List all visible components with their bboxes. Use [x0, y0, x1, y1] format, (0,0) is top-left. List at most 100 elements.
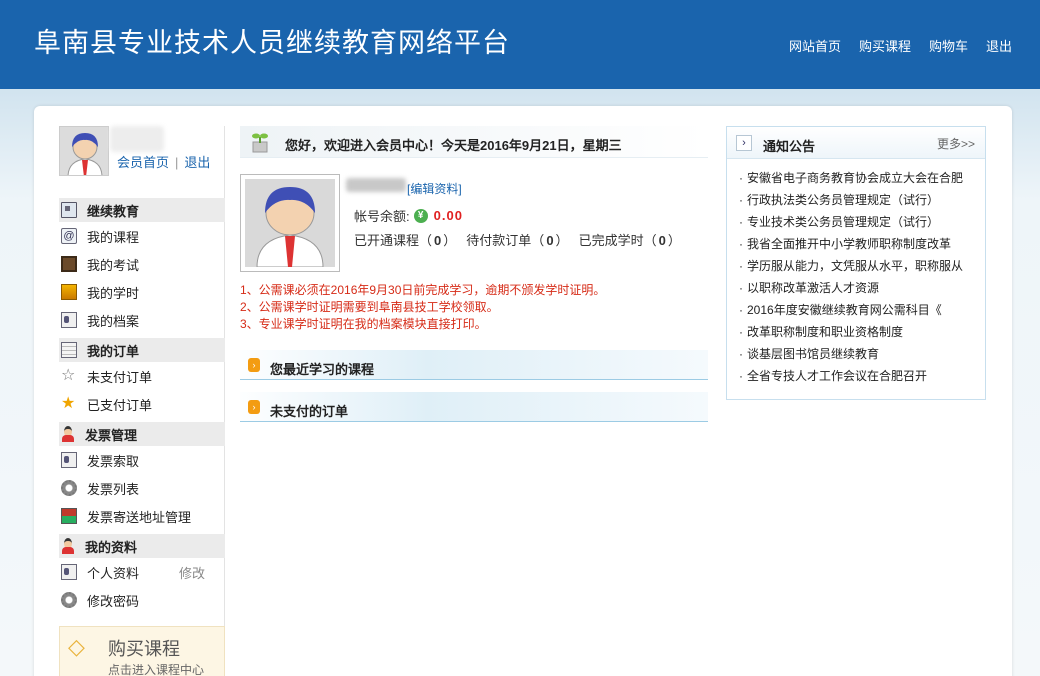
announcement-link[interactable]: 我省全面推开中小学教师职称制度改革	[739, 235, 975, 257]
calendar-icon	[61, 342, 77, 358]
default-avatar-icon	[245, 179, 335, 267]
notice-item: 2、公需课学时证明需要到阜南县技工学校领取。	[240, 300, 499, 314]
announcement-link[interactable]: 安徽省电子商务教育协会成立大会在合肥	[739, 169, 975, 191]
sidebar-item-invoice-address[interactable]: 发票寄送地址管理	[59, 502, 225, 530]
stat-courses: 已开通课程（ 0）	[354, 233, 457, 248]
welcome-message: 您好，欢迎进入会员中心！今天是2016年9月21日，星期三	[285, 138, 622, 153]
section-recent-courses: › 您最近学习的课程	[240, 350, 708, 380]
stat-label: 已开通课程	[354, 233, 420, 248]
nav-buy-courses-link[interactable]: 购买课程	[859, 36, 911, 55]
username-redacted	[110, 126, 164, 152]
announcement-link[interactable]: 全省专技人才工作会议在合肥召开	[739, 367, 975, 389]
sidebar-item-request-invoice[interactable]: 发票索取	[59, 446, 225, 474]
sidebar-item-my-records[interactable]: 我的档案	[59, 306, 225, 334]
sidebar: 会员首页 | 退出 继续教育 @ 我的课程 我的考试 我的学时 我的档案 我的订单 ☆…	[59, 126, 225, 676]
nav-logout-link[interactable]: 退出	[986, 36, 1012, 55]
username-redacted	[346, 178, 406, 192]
sidebar-user-links: 会员首页 | 退出	[117, 152, 210, 171]
profile-avatar	[240, 174, 340, 272]
nav-home-link[interactable]: 网站首页	[789, 36, 841, 55]
buy-courses-banner[interactable]: ◇ 购买课程 点击进入课程中心	[59, 626, 225, 676]
notice-item: 3、专业课学时证明在我的档案模块直接打印。	[240, 317, 487, 331]
sidebar-item-label: 修改密码	[87, 593, 140, 609]
yen-icon: ¥	[413, 208, 428, 223]
notice-item: 1、公需课必须在2016年9月30日前完成学习，逾期不颁发学时证明。	[240, 283, 606, 297]
sidebar-item-change-password[interactable]: 修改密码	[59, 586, 225, 614]
stat-completed-hours: 已完成学时（ 0）	[578, 233, 681, 248]
sidebar-item-label: 我的课程	[87, 229, 140, 245]
menu-group-title: 我的订单	[87, 343, 140, 359]
menu-group-my-profile: 我的资料	[59, 534, 225, 558]
person-icon	[61, 426, 75, 442]
sidebar-item-label: 我的考试	[87, 257, 140, 273]
diamond-icon: ◇	[68, 634, 85, 659]
sidebar-item-invoice-list[interactable]: 发票列表	[59, 474, 225, 502]
stat-value: 0	[658, 233, 666, 248]
edit-profile-link[interactable]: 修改	[179, 563, 205, 582]
more-link[interactable]: 更多>>	[937, 135, 975, 152]
card-icon	[61, 202, 77, 218]
site-title: 阜南县专业技术人员继续教育网络平台	[34, 28, 510, 59]
section-unpaid-orders: › 未支付的订单	[240, 392, 708, 422]
sprout-icon	[252, 133, 268, 153]
announcements-title: 通知公告	[763, 139, 816, 154]
buy-courses-title: 购买课程	[108, 639, 180, 659]
edit-profile-button[interactable]: [编辑资料]	[407, 180, 462, 197]
content-panel: 会员首页 | 退出 继续教育 @ 我的课程 我的考试 我的学时 我的档案 我的订单 ☆…	[34, 106, 1012, 676]
board-icon	[61, 256, 77, 272]
sidebar-item-my-hours[interactable]: 我的学时	[59, 278, 225, 306]
id-card-icon	[61, 564, 77, 580]
announcement-link[interactable]: 2016年度安徽继续教育网公需科目《	[739, 301, 975, 323]
star-outline-icon: ☆	[61, 367, 76, 384]
menu-group-invoice: 发票管理	[59, 422, 225, 446]
stat-pending-orders: 待付款订单（ 0）	[466, 233, 569, 248]
announcement-link[interactable]: 改革职称制度和职业资格制度	[739, 323, 975, 345]
menu-group-title: 发票管理	[85, 427, 138, 443]
sidebar-item-label: 已支付订单	[87, 397, 153, 413]
announcement-link[interactable]: 谈基层图书馆员继续教育	[739, 345, 975, 367]
gear-icon	[61, 592, 77, 608]
menu-group-my-orders: 我的订单	[59, 338, 225, 362]
gear-icon	[61, 480, 77, 496]
announcements-box: › 通知公告 更多>> 安徽省电子商务教育协会成立大会在合肥 行政执法类公务员管…	[726, 126, 986, 400]
arrow-right-icon: ›	[248, 400, 260, 414]
balance-value: 0.00	[433, 208, 463, 223]
menu-group-continuing-education: 继续教育	[59, 198, 225, 222]
sidebar-item-label: 发票寄送地址管理	[87, 509, 192, 525]
sidebar-item-label: 发票列表	[87, 481, 140, 497]
section-title: 未支付的订单	[270, 404, 349, 419]
header-bar: 阜南县专业技术人员继续教育网络平台 网站首页 购买课程 购物车 退出	[0, 0, 1040, 89]
sidebar-item-label: 我的学时	[87, 285, 140, 301]
sidebar-item-label: 我的档案	[87, 313, 140, 329]
section-title: 您最近学习的课程	[270, 362, 375, 377]
announcement-link[interactable]: 行政执法类公务员管理规定（试行）	[739, 191, 975, 213]
welcome-bar: 您好，欢迎进入会员中心！今天是2016年9月21日，星期三	[240, 126, 708, 158]
at-icon: @	[61, 228, 77, 244]
sidebar-item-my-courses[interactable]: @ 我的课程	[59, 222, 225, 250]
stat-value: 0	[546, 233, 554, 248]
id-card-icon	[61, 452, 77, 468]
sidebar-menu: 继续教育 @ 我的课程 我的考试 我的学时 我的档案 我的订单 ☆ 未支付订单 ★ 已…	[59, 198, 225, 614]
arrow-right-icon: ›	[248, 358, 260, 372]
sidebar-item-label: 个人资料	[87, 565, 140, 581]
member-home-link[interactable]: 会员首页	[117, 155, 169, 170]
stat-value: 0	[434, 233, 442, 248]
default-avatar-icon	[60, 127, 108, 175]
sidebar-logout-link[interactable]: 退出	[184, 155, 210, 170]
buy-courses-subtitle: 点击进入课程中心	[108, 663, 205, 676]
menu-group-title: 我的资料	[85, 539, 138, 555]
announcement-link[interactable]: 学历服从能力，文凭服从水平，职称服从	[739, 257, 975, 279]
sidebar-item-personal-info[interactable]: 个人资料 修改	[59, 558, 225, 586]
link-separator: |	[175, 155, 179, 170]
announcement-link[interactable]: 以职称改革激活人才资源	[739, 279, 975, 301]
nav-cart-link[interactable]: 购物车	[929, 36, 968, 55]
announcements-header: › 通知公告 更多>>	[727, 127, 985, 159]
announcement-link[interactable]: 专业技术类公务员管理规定（试行）	[739, 213, 975, 235]
sidebar-item-unpaid-orders[interactable]: ☆ 未支付订单	[59, 362, 225, 390]
sidebar-item-my-exams[interactable]: 我的考试	[59, 250, 225, 278]
sidebar-item-label: 发票索取	[87, 453, 140, 469]
account-balance: 帐号余额: ¥ 0.00	[354, 206, 463, 225]
person-icon	[61, 538, 75, 554]
main-content: 您好，欢迎进入会员中心！今天是2016年9月21日，星期三 [编辑资料] 帐号余…	[240, 126, 710, 426]
sidebar-item-paid-orders[interactable]: ★ 已支付订单	[59, 390, 225, 418]
